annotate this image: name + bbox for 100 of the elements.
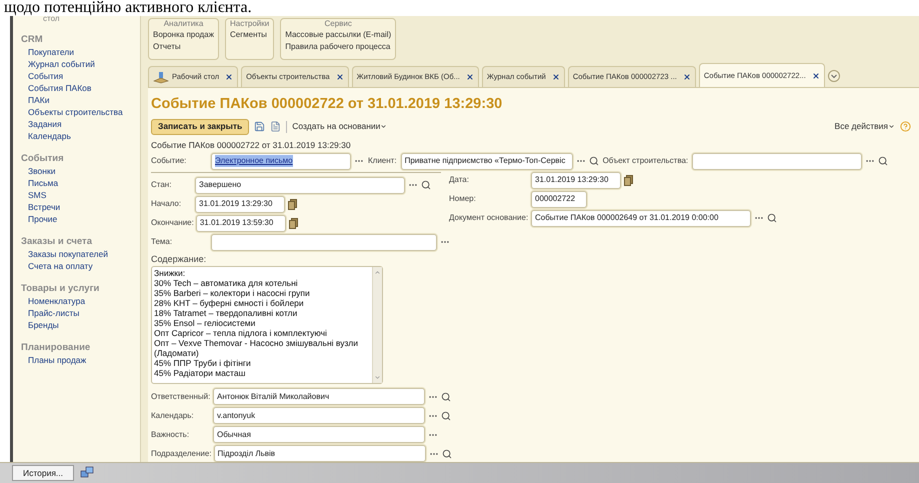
- field-label: Событие:: [151, 155, 188, 167]
- input-field[interactable]: Приватне підприємство «Термо-Топ-Сервіс: [400, 152, 573, 170]
- sidebar-item[interactable]: Счета на оплату: [21, 260, 140, 272]
- section-heading: Товары и услуги: [21, 282, 100, 295]
- close-icon[interactable]: [812, 72, 820, 80]
- section-heading: Заказы и счета: [21, 235, 94, 248]
- sidebar-item[interactable]: Покупатели: [21, 46, 140, 58]
- search-icon[interactable]: [441, 392, 451, 402]
- field-value: Приватне підприємство «Термо-Топ-Сервіс: [404, 155, 566, 167]
- input-field[interactable]: Антонюк Віталій Миколайович: [213, 388, 425, 405]
- input-field[interactable]: 31.01.2019 13:29:30: [531, 172, 621, 188]
- search-icon[interactable]: [878, 156, 888, 166]
- close-icon[interactable]: [682, 73, 691, 81]
- sidebar-item[interactable]: Календарь: [21, 130, 140, 142]
- sidebar-item[interactable]: Журнал событий: [21, 58, 140, 70]
- section-heading: Планирование: [21, 341, 92, 354]
- field-label: Номер:: [449, 193, 477, 205]
- sidebar-item[interactable]: Планы продаж: [21, 354, 140, 366]
- field-value: 31.01.2019 13:29:30: [199, 198, 272, 210]
- search-icon[interactable]: [421, 180, 431, 190]
- field-label: Тема:: [151, 236, 174, 248]
- sidebar-item[interactable]: Заказы покупателей: [21, 248, 140, 260]
- sidebar-item[interactable]: События: [21, 70, 140, 82]
- close-icon[interactable]: [225, 73, 234, 81]
- content-line: Опт Capricor – тепла підлога і комплектуючі: [154, 328, 328, 338]
- sidebar-item[interactable]: SMS: [21, 189, 140, 201]
- field-label: Ответственный:: [151, 390, 211, 402]
- input-field[interactable]: 000002722: [531, 190, 587, 208]
- save-close-button[interactable]: Записать и закрыть: [151, 118, 250, 135]
- input-field[interactable]: Підрозділ Львів: [214, 445, 426, 462]
- field-label: Содержание:: [151, 252, 208, 266]
- sidebar-item[interactable]: Встречи: [21, 201, 140, 213]
- close-icon[interactable]: [552, 73, 560, 81]
- content-line: Опт – Vexve Themovar - Насосно змішувальні вузли: [154, 338, 359, 348]
- content-line: 45% ППР Труби і фітінги: [154, 358, 252, 368]
- field-label: Дата:: [449, 174, 470, 186]
- field-value: Підрозділ Львів: [218, 448, 276, 460]
- form-title: Событие ПАКов 000002722 от 31.01.2019 13:29:30: [151, 95, 504, 114]
- sidebar-item[interactable]: Номенклатура: [21, 295, 140, 307]
- search-icon[interactable]: [442, 448, 452, 458]
- input-field[interactable]: Завершено: [195, 176, 405, 194]
- caret-icon: [380, 123, 388, 130]
- input-field[interactable]: [211, 234, 437, 250]
- pages-icon[interactable]: [288, 198, 297, 210]
- search-icon[interactable]: [588, 156, 599, 166]
- field-label: Документ основание:: [449, 212, 529, 224]
- close-icon[interactable]: [466, 73, 474, 81]
- sidebar-item[interactable]: Письма: [21, 177, 140, 189]
- dropdown-icon[interactable]: [828, 70, 840, 82]
- pages-icon[interactable]: [288, 218, 298, 228]
- field-value: Событие ПАКов 000002649 от 31.01.2019 0:00:00: [535, 212, 718, 224]
- document-icon[interactable]: [270, 121, 282, 132]
- input-field[interactable]: [692, 152, 862, 170]
- input-field[interactable]: v.antonyuk: [213, 407, 425, 424]
- create-based-on-menu[interactable]: Создать на основании: [292, 120, 388, 134]
- sidebar-item[interactable]: Прайс-листы: [21, 307, 140, 319]
- command-link[interactable]: Сегменты: [230, 29, 270, 41]
- command-link[interactable]: Отчеты: [153, 41, 214, 53]
- field-value: Электронное письмо: [215, 155, 293, 167]
- content-line: 45% Радіатори масташ: [154, 368, 246, 378]
- field-label: Календарь:: [151, 410, 195, 422]
- section-heading: CRM: [21, 33, 44, 46]
- content-textarea[interactable]: [151, 266, 383, 384]
- all-actions-menu[interactable]: Все действия: [834, 120, 895, 134]
- sidebar-item[interactable]: Бренды: [21, 319, 140, 331]
- field-value: Обычная: [217, 428, 251, 440]
- input-field[interactable]: 31.01.2019 13:59:30: [196, 214, 286, 232]
- save-icon[interactable]: [254, 121, 266, 132]
- history-button[interactable]: История...: [12, 465, 74, 481]
- field-label: Объект строительства:: [602, 155, 688, 167]
- sidebar-item[interactable]: Задания: [21, 118, 140, 130]
- content-line: Знижки:: [154, 268, 186, 278]
- search-icon[interactable]: [767, 213, 777, 223]
- close-icon[interactable]: [336, 73, 344, 81]
- pages-icon[interactable]: [624, 174, 633, 186]
- input-field[interactable]: Электронное письмо: [211, 152, 351, 170]
- group-title: Аналитика: [162, 19, 204, 29]
- command-link[interactable]: Правила рабочего процесса: [285, 41, 392, 53]
- command-link[interactable]: Воронка продаж: [153, 29, 214, 41]
- sidebar-item[interactable]: ПАКи: [21, 94, 140, 106]
- input-field[interactable]: Событие ПАКов 000002649 от 31.01.2019 0:00:00: [531, 210, 751, 226]
- search-icon[interactable]: [441, 410, 451, 420]
- content-line: 35% Ensol – геліосистеми: [154, 318, 256, 328]
- sidebar-item[interactable]: События ПАКов: [21, 82, 140, 94]
- caption-text: щодо потенційно активного клієнта.: [4, 0, 252, 16]
- content-line: 28% KHT – буферні ємності і бойлери: [154, 298, 305, 308]
- group-title: Сервис: [323, 19, 353, 29]
- caret-icon: [888, 123, 895, 130]
- monitors-icon[interactable]: [80, 466, 94, 480]
- command-link[interactable]: Массовые рассылки (E-mail): [285, 29, 392, 41]
- content-line: 30% Tech – автоматика для котельні: [154, 278, 299, 288]
- sidebar-item[interactable]: Звонки: [21, 165, 140, 177]
- field-label: Подразделение:: [151, 448, 212, 460]
- input-field[interactable]: Обычная: [213, 426, 425, 443]
- input-field[interactable]: 31.01.2019 13:29:30: [195, 196, 285, 212]
- sidebar-item[interactable]: Объекты строительства: [21, 106, 140, 118]
- field-value: 31.01.2019 13:29:30: [535, 174, 608, 186]
- section-heading: События: [21, 152, 65, 165]
- field-label: Окончание:: [151, 217, 194, 229]
- sidebar-item[interactable]: Прочие: [21, 213, 140, 225]
